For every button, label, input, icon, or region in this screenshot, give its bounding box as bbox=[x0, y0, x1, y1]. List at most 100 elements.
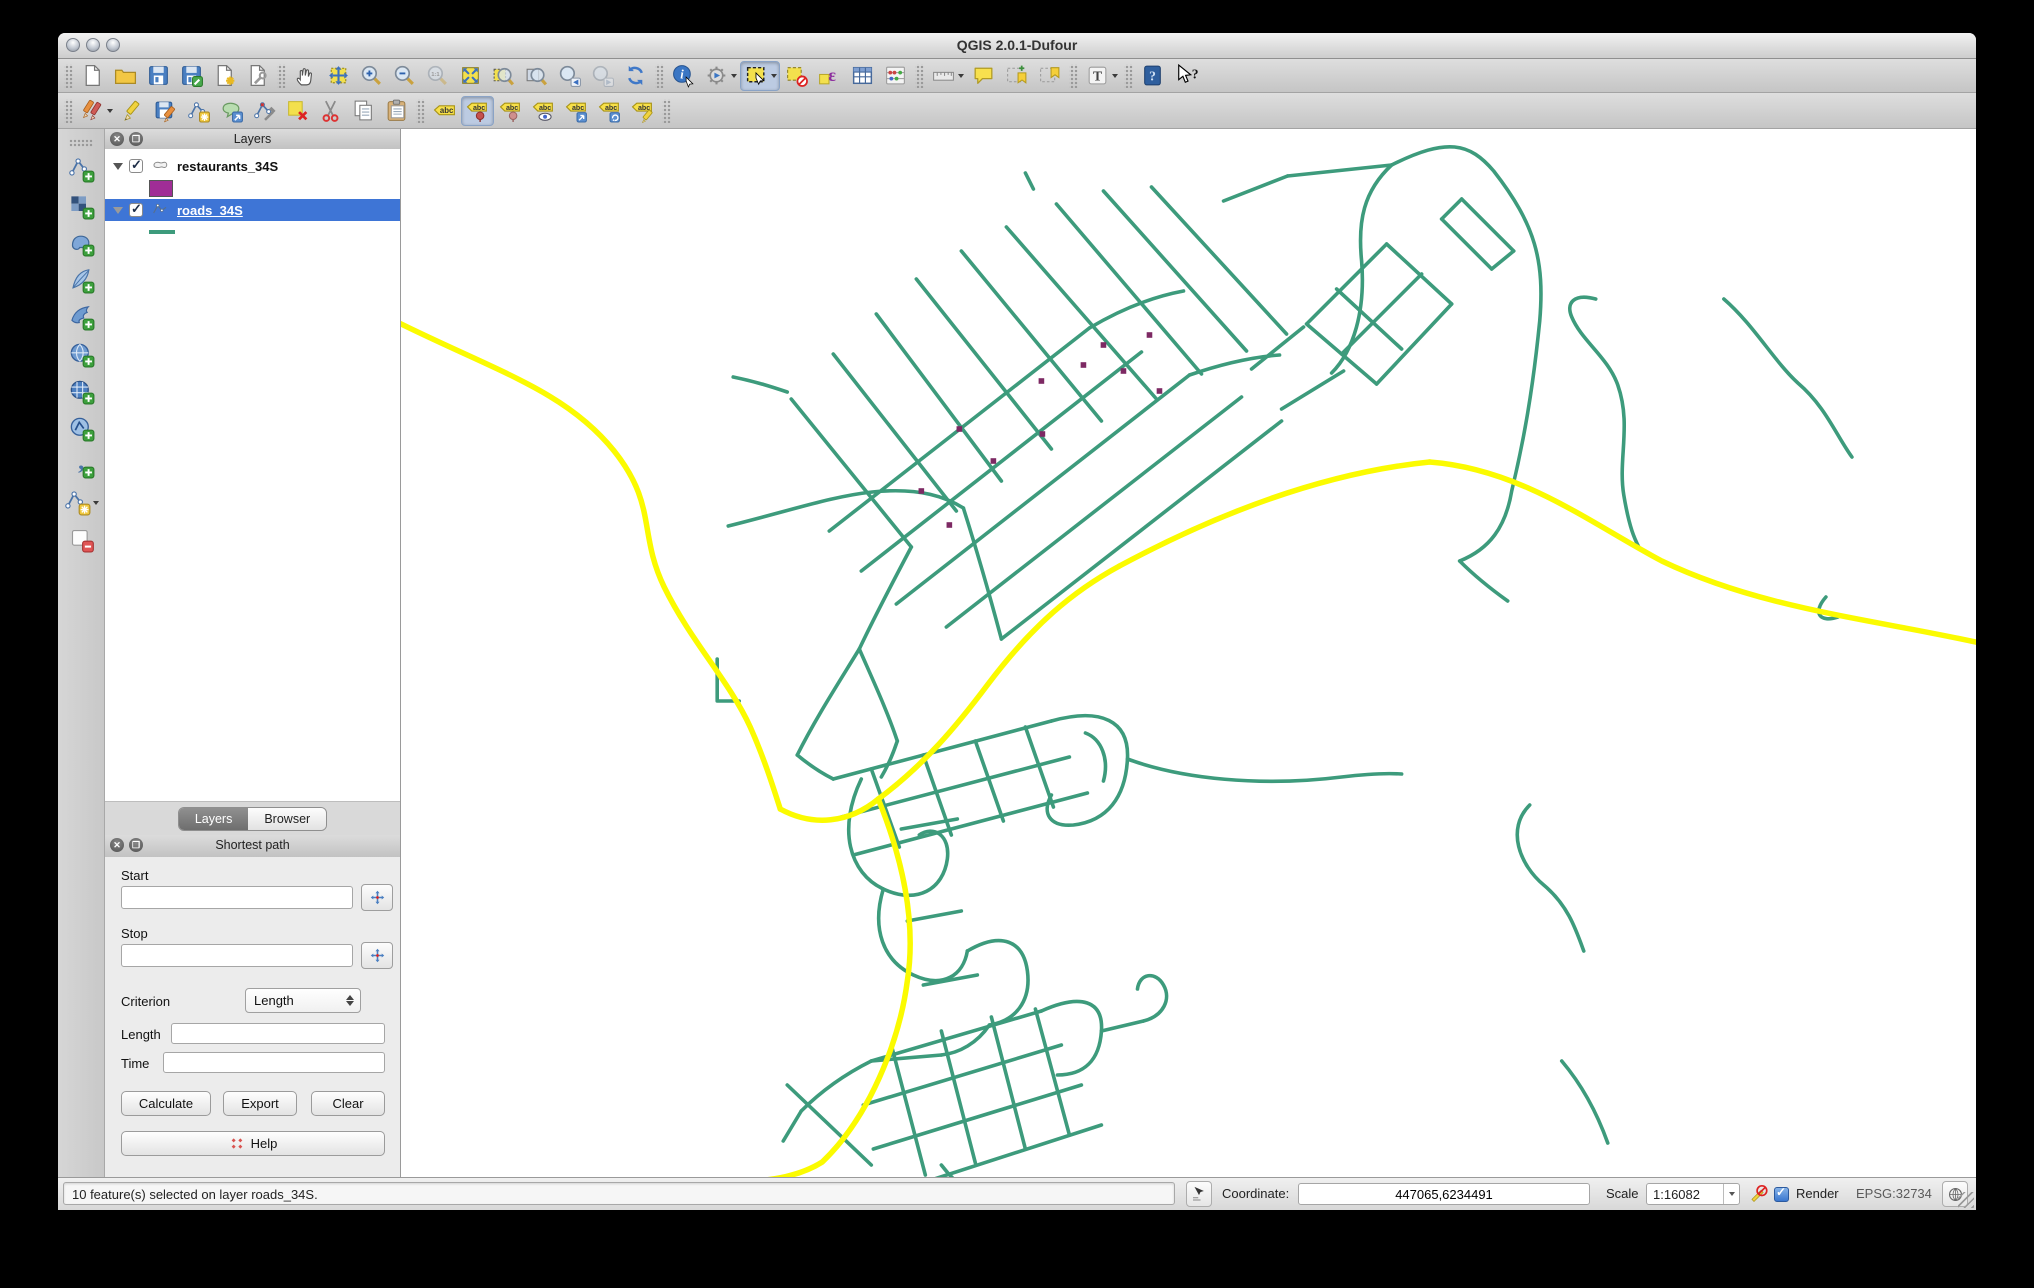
zoom-to-selection-button[interactable] bbox=[487, 61, 520, 91]
zoom-native-button[interactable] bbox=[421, 61, 454, 91]
scale-combobox[interactable]: 1:16082 bbox=[1646, 1183, 1740, 1205]
coordinate-input[interactable] bbox=[1298, 1183, 1590, 1205]
move-feature-button[interactable] bbox=[215, 96, 248, 126]
capture-stop-point-button[interactable] bbox=[361, 942, 393, 969]
capture-start-point-button[interactable] bbox=[361, 884, 393, 911]
paste-features-button[interactable] bbox=[380, 96, 413, 126]
help-contents-button[interactable] bbox=[1136, 61, 1169, 91]
delete-selected-button[interactable] bbox=[281, 96, 314, 126]
stop-input[interactable] bbox=[121, 944, 353, 967]
add-mssql-layer-button[interactable] bbox=[62, 299, 100, 336]
zoom-in-button[interactable] bbox=[355, 61, 388, 91]
save-project-as-button[interactable] bbox=[175, 61, 208, 91]
measure-line-button[interactable] bbox=[927, 61, 967, 91]
new-shapefile-layer-button[interactable] bbox=[62, 484, 100, 521]
select-by-expression-button[interactable] bbox=[813, 61, 846, 91]
add-spatialite-layer-button[interactable] bbox=[62, 262, 100, 299]
map-canvas[interactable] bbox=[401, 129, 1976, 1178]
toolbar-drag-handle[interactable] bbox=[662, 98, 671, 123]
text-annotation-button[interactable] bbox=[1081, 61, 1121, 91]
export-button[interactable]: Export bbox=[223, 1091, 297, 1116]
change-label-properties-button[interactable] bbox=[626, 96, 659, 126]
add-wcs-layer-button[interactable] bbox=[62, 373, 100, 410]
toolbar-drag-handle[interactable] bbox=[416, 98, 425, 123]
current-edits-button[interactable] bbox=[76, 96, 116, 126]
remove-layer-group-button[interactable] bbox=[62, 521, 100, 558]
start-input[interactable] bbox=[121, 886, 353, 909]
add-wms-layer-button[interactable] bbox=[62, 336, 100, 373]
zoom-next-button[interactable] bbox=[586, 61, 619, 91]
select-by-rectangle-button[interactable] bbox=[740, 60, 780, 91]
help-button[interactable]: Help bbox=[121, 1131, 385, 1156]
cut-features-button[interactable] bbox=[314, 96, 347, 126]
add-postgis-layer-button[interactable] bbox=[62, 225, 100, 262]
deselect-all-button[interactable] bbox=[780, 61, 813, 91]
show-bookmarks-button[interactable] bbox=[1033, 61, 1066, 91]
layer-item-roads[interactable]: roads_34S bbox=[105, 199, 400, 221]
close-panel-button[interactable]: ✕ bbox=[110, 132, 124, 146]
toggle-editing-button[interactable] bbox=[116, 96, 149, 126]
tab-layers[interactable]: Layers bbox=[178, 808, 249, 830]
window-resize-grip[interactable] bbox=[1958, 1192, 1974, 1208]
mouse-position-toggle-button[interactable] bbox=[1186, 1181, 1212, 1207]
field-calculator-button[interactable] bbox=[879, 61, 912, 91]
new-print-composer-button[interactable] bbox=[208, 61, 241, 91]
add-vector-layer-button[interactable] bbox=[62, 151, 100, 188]
time-output-field[interactable] bbox=[163, 1052, 385, 1073]
save-layer-edits-button[interactable] bbox=[149, 96, 182, 126]
criterion-select[interactable]: Length bbox=[245, 988, 361, 1013]
expand-triangle-icon[interactable] bbox=[113, 206, 123, 214]
toolbar-drag-handle[interactable] bbox=[655, 63, 664, 88]
add-wfs-layer-button[interactable] bbox=[62, 410, 100, 447]
calculate-button[interactable]: Calculate bbox=[121, 1091, 211, 1116]
title-bar[interactable]: QGIS 2.0.1-Dufour bbox=[58, 33, 1976, 59]
labeling-options-button[interactable] bbox=[428, 96, 461, 126]
zoom-to-layer-button[interactable] bbox=[520, 61, 553, 91]
refresh-button[interactable] bbox=[619, 61, 652, 91]
identify-features-button[interactable] bbox=[667, 61, 700, 91]
zoom-out-button[interactable] bbox=[388, 61, 421, 91]
render-checkbox[interactable] bbox=[1774, 1185, 1789, 1202]
new-bookmark-button[interactable] bbox=[1000, 61, 1033, 91]
toolbar-drag-handle[interactable] bbox=[64, 98, 73, 123]
minimize-window-button[interactable] bbox=[86, 38, 100, 52]
zoom-window-button[interactable] bbox=[106, 38, 120, 52]
layer-visibility-checkbox[interactable] bbox=[129, 157, 143, 173]
whats-this-button[interactable] bbox=[1169, 61, 1202, 91]
toolbar-drag-handle[interactable] bbox=[69, 139, 93, 147]
close-window-button[interactable] bbox=[66, 38, 80, 52]
save-project-button[interactable] bbox=[142, 61, 175, 91]
map-tips-button[interactable] bbox=[967, 61, 1000, 91]
pin-unpin-labels-button[interactable] bbox=[461, 95, 494, 126]
new-project-button[interactable] bbox=[76, 61, 109, 91]
toolbar-drag-handle[interactable] bbox=[1069, 63, 1078, 88]
pan-to-selection-button[interactable] bbox=[322, 61, 355, 91]
layers-tree[interactable]: restaurants_34S roads_34S bbox=[105, 149, 400, 801]
close-panel-button[interactable]: ✕ bbox=[110, 838, 124, 852]
node-tool-button[interactable] bbox=[248, 96, 281, 126]
expand-triangle-icon[interactable] bbox=[113, 162, 123, 170]
float-panel-button[interactable]: ❐ bbox=[129, 132, 143, 146]
toolbar-drag-handle[interactable] bbox=[277, 63, 286, 88]
open-project-button[interactable] bbox=[109, 61, 142, 91]
pan-map-button[interactable] bbox=[289, 61, 322, 91]
toolbar-drag-handle[interactable] bbox=[64, 63, 73, 88]
composer-manager-button[interactable] bbox=[241, 61, 274, 91]
rotate-label-button[interactable] bbox=[593, 96, 626, 126]
float-panel-button[interactable]: ❐ bbox=[129, 838, 143, 852]
copy-features-button[interactable] bbox=[347, 96, 380, 126]
length-output-field[interactable] bbox=[171, 1023, 385, 1044]
layer-visibility-checkbox[interactable] bbox=[129, 201, 143, 217]
add-delimited-text-layer-button[interactable] bbox=[62, 447, 100, 484]
zoom-full-button[interactable] bbox=[454, 61, 487, 91]
toolbar-drag-handle[interactable] bbox=[1124, 63, 1133, 88]
clear-button[interactable]: Clear bbox=[311, 1091, 385, 1116]
highlight-pinned-labels-button[interactable] bbox=[494, 96, 527, 126]
open-attribute-table-button[interactable] bbox=[846, 61, 879, 91]
zoom-last-button[interactable] bbox=[553, 61, 586, 91]
tab-browser[interactable]: Browser bbox=[248, 808, 327, 830]
stop-rendering-button[interactable] bbox=[1746, 1181, 1772, 1207]
add-raster-layer-button[interactable] bbox=[62, 188, 100, 225]
show-hide-labels-button[interactable] bbox=[527, 96, 560, 126]
move-label-button[interactable] bbox=[560, 96, 593, 126]
